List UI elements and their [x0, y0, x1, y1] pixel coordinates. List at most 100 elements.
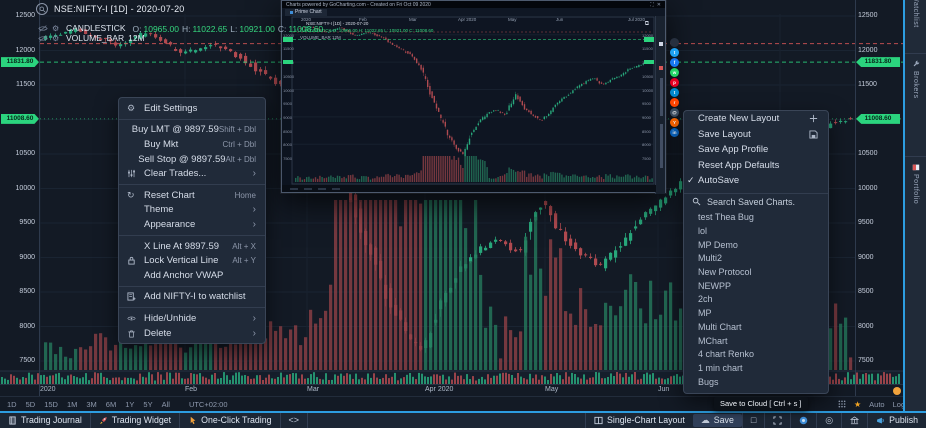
saved-chart-item[interactable]: NEWPP	[684, 279, 828, 293]
menu-item[interactable]: Buy LMT @ 9897.59Shift + Dbl	[119, 123, 265, 138]
grid-icon[interactable]	[838, 400, 846, 410]
layout-menu-item[interactable]: Reset App Defaults	[684, 158, 828, 174]
saved-chart-item[interactable]: 2ch	[684, 293, 828, 307]
menu-item[interactable]: Add NIFTY-I to watchlist	[119, 290, 265, 305]
wrench-icon	[912, 60, 920, 68]
snapshot-time-tick: Jul 2020	[628, 17, 645, 22]
layout-menu-item[interactable]: ✓AutoSave	[684, 173, 828, 189]
target-button[interactable]: ◎	[816, 413, 841, 428]
sidebar-tab-label: Portfolio	[912, 174, 919, 204]
one-click-trading-button[interactable]: One-Click Trading	[180, 413, 280, 428]
timezone-selector[interactable]: UTC+02:00	[189, 400, 228, 409]
range-15d[interactable]: 15D	[44, 400, 58, 409]
layout-menu-label: Reset App Defaults	[698, 160, 779, 171]
single-chart-layout-button[interactable]: Single-Chart Layout	[585, 413, 693, 428]
range-all[interactable]: All	[162, 400, 170, 409]
range-3m[interactable]: 3M	[86, 400, 96, 409]
saved-chart-item[interactable]: MP	[684, 306, 828, 320]
range-1m[interactable]: 1M	[67, 400, 77, 409]
layout-menu-label: Save App Profile	[698, 144, 768, 155]
sidebar-tab-portfolio[interactable]: Portfolio	[905, 163, 926, 204]
price-tick: 11500	[1, 81, 35, 88]
menu-item[interactable]: Sell Stop @ 9897.59Alt + Dbl	[119, 152, 265, 167]
saved-chart-item[interactable]: Bugs	[684, 375, 828, 389]
button-label: Trading Widget	[112, 415, 171, 425]
menu-item[interactable]: Delete›	[119, 326, 265, 341]
button-label: Single-Chart Layout	[607, 415, 685, 425]
range-1d[interactable]: 1D	[7, 400, 17, 409]
menu-item[interactable]: ↻Reset ChartHome	[119, 188, 265, 203]
range-5d[interactable]: 5D	[26, 400, 36, 409]
saved-chart-item[interactable]: MChart	[684, 334, 828, 348]
saved-chart-item[interactable]: 4 chart Renko	[684, 347, 828, 361]
square-button[interactable]: □	[742, 413, 764, 428]
saved-charts-search-input[interactable]	[707, 197, 817, 207]
hackernews-share-icon[interactable]: Y	[670, 118, 679, 127]
menu-item[interactable]: X Line At 9897.59Alt + X	[119, 239, 265, 254]
sidebar-tab-label: Watchlist	[912, 0, 919, 28]
snapshot-price-badge	[283, 60, 293, 65]
--button[interactable]: <>	[281, 413, 309, 428]
submenu-arrow-icon: ›	[253, 328, 256, 339]
snapshot-price-tick: 8000	[283, 142, 292, 147]
saved-chart-item[interactable]: Multi2	[684, 252, 828, 266]
camera-button[interactable]	[790, 413, 816, 428]
button-label: Trading Journal	[21, 415, 82, 425]
email-share-icon[interactable]: @	[670, 108, 679, 117]
snapshot-price-tick: 8500	[283, 129, 292, 134]
trading-widget-button[interactable]: Trading Widget	[91, 413, 180, 428]
save-tooltip: Save to Cloud [ Ctrl + s ]	[714, 397, 808, 410]
menu-item[interactable]: Theme›	[119, 203, 265, 218]
telegram-share-icon[interactable]: t	[670, 88, 679, 97]
expand-button[interactable]	[764, 413, 790, 428]
range-1y[interactable]: 1Y	[125, 400, 134, 409]
range-6m[interactable]: 6M	[106, 400, 116, 409]
cloud-icon: ☁	[701, 415, 710, 426]
trading-journal-button[interactable]: Trading Journal	[0, 413, 91, 428]
linkedin-share-icon[interactable]: in	[670, 128, 679, 137]
layout-menu-item[interactable]: Save Layout	[684, 127, 828, 143]
layout-menu-item[interactable]: Create New Layout	[684, 111, 828, 127]
twitter-share-icon[interactable]: t	[670, 48, 679, 57]
menu-item[interactable]: Lock Vertical LineAlt + Y	[119, 253, 265, 268]
layout-menu-item[interactable]: Save App Profile	[684, 142, 828, 158]
saved-chart-item[interactable]: MP Demo	[684, 238, 828, 252]
copy-icon[interactable]: ⧉	[645, 21, 649, 28]
saved-chart-item[interactable]: test Thea Bug	[684, 211, 828, 225]
bank-button[interactable]	[841, 413, 867, 428]
sidebar-tab-brokers[interactable]: Brokers	[905, 60, 926, 99]
publish-button[interactable]: Publish	[867, 413, 926, 428]
sidebar-mini-icon	[659, 66, 663, 70]
sidebar-tab-watchlist[interactable]: Watchlist	[905, 0, 926, 28]
tab-icon	[290, 11, 293, 14]
menu-item-label: Buy LMT @ 9897.59	[132, 124, 219, 135]
share-share-icon[interactable]	[670, 38, 679, 47]
layout-menu-label: Create New Layout	[698, 113, 779, 124]
snapshot-tab[interactable]: Prime Chart	[285, 9, 327, 16]
sidebar-accent-line	[903, 0, 905, 411]
range-5y[interactable]: 5Y	[143, 400, 152, 409]
favorite-star-icon[interactable]: ★	[854, 400, 861, 409]
saved-chart-item[interactable]: Multi Chart	[684, 320, 828, 334]
saved-chart-item[interactable]: 1 min chart	[684, 361, 828, 375]
saved-chart-item[interactable]: New Protocol	[684, 265, 828, 279]
reset-icon: ↻	[127, 191, 144, 200]
menu-item[interactable]: Buy MktCtrl + Dbl	[119, 137, 265, 152]
facebook-share-icon[interactable]: f	[670, 58, 679, 67]
auto-scale-toggle[interactable]: Auto	[869, 400, 884, 409]
saved-chart-item[interactable]: lol	[684, 224, 828, 238]
close-icon[interactable]: ✕	[657, 2, 661, 8]
pinterest-share-icon[interactable]: p	[670, 78, 679, 87]
save-button[interactable]: ☁Save	[693, 414, 742, 428]
menu-item[interactable]: Hide/Unhide›	[119, 311, 265, 326]
expand-icon[interactable]: ⛶	[650, 2, 654, 8]
menu-item[interactable]: Appearance›	[119, 217, 265, 232]
journal-icon	[8, 416, 17, 425]
menu-item[interactable]: Clear Trades...›	[119, 166, 265, 181]
menu-item[interactable]: ⚙Edit Settings	[119, 101, 265, 116]
price-tick: 9500	[1, 219, 35, 226]
price-tick: 9000	[858, 254, 874, 261]
menu-item[interactable]: Add Anchor VWAP	[119, 268, 265, 283]
reddit-share-icon[interactable]: r	[670, 98, 679, 107]
whatsapp-share-icon[interactable]: w	[670, 68, 679, 77]
